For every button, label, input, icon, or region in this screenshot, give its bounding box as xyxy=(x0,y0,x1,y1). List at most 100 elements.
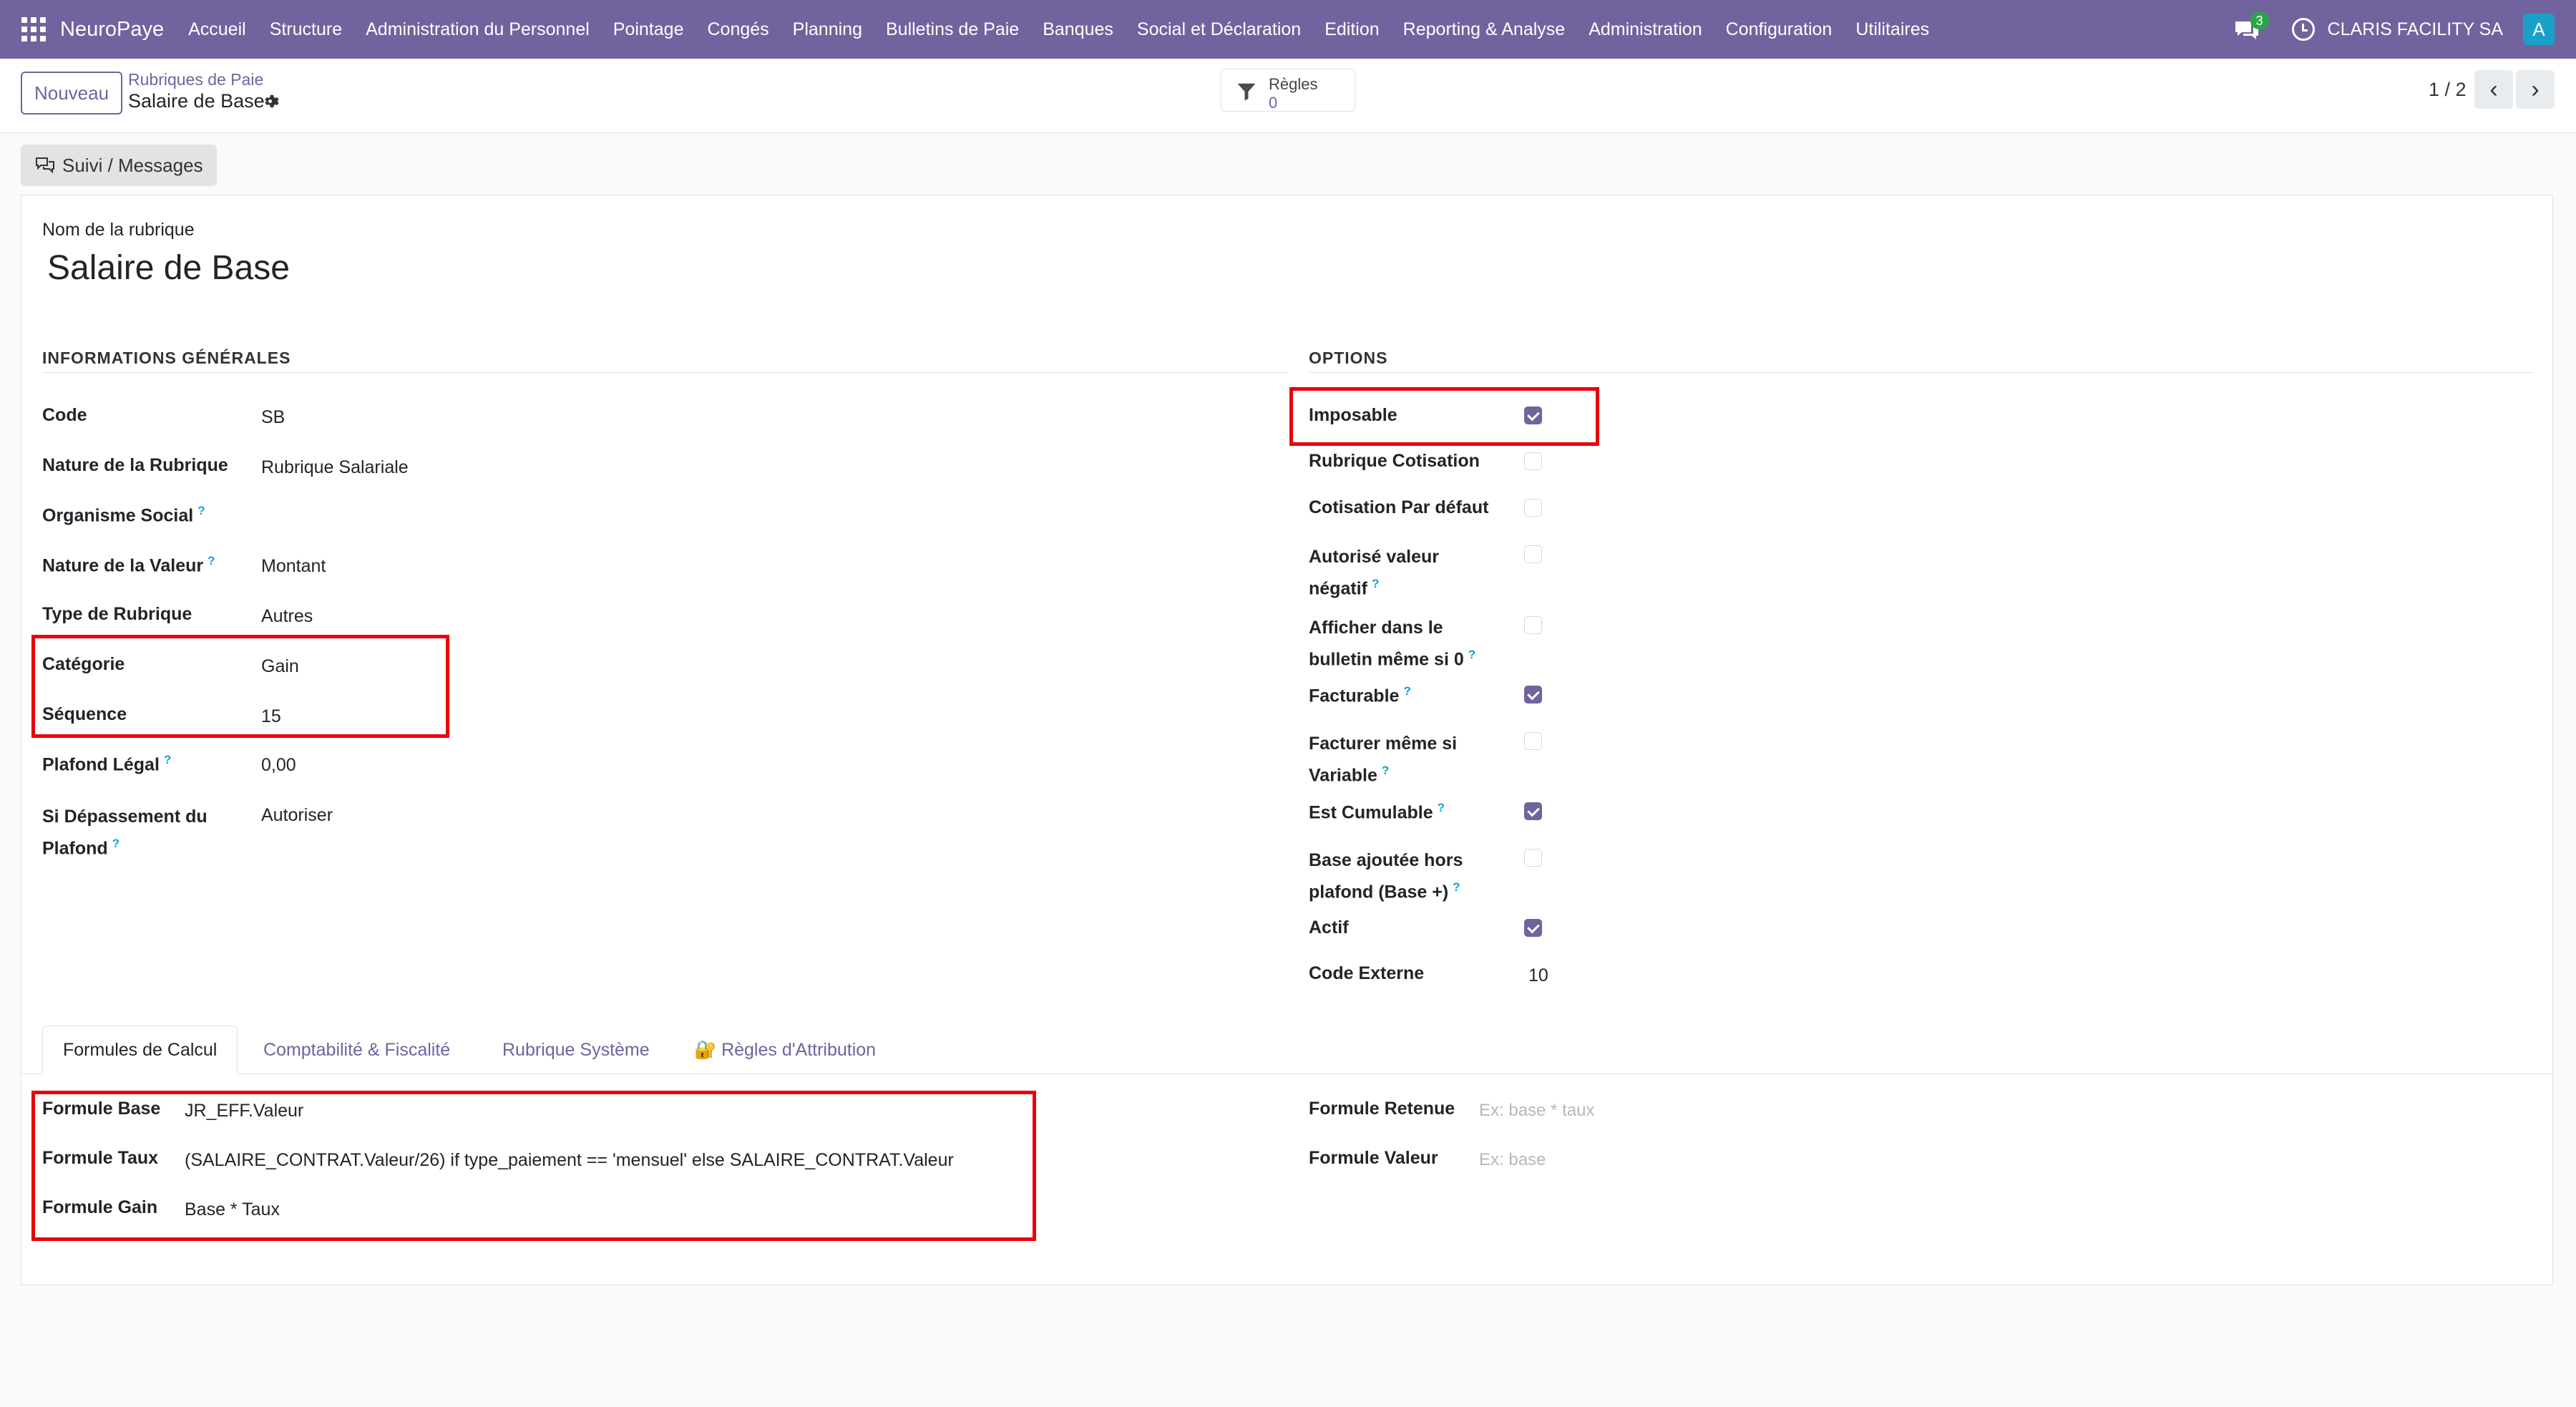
company-switcher[interactable]: CLARIS FACILITY SA xyxy=(2328,19,2503,40)
cumulable-checkbox[interactable] xyxy=(1524,802,1542,820)
depassement-select[interactable]: Autoriser xyxy=(261,805,333,826)
actif-label: Actif xyxy=(1309,917,1349,938)
user-avatar[interactable]: A xyxy=(2523,14,2555,45)
menu-item-edition[interactable]: Edition xyxy=(1324,19,1379,40)
nature-rubrique-select[interactable]: Rubrique Salariale xyxy=(261,457,409,478)
filter-icon xyxy=(1237,83,1256,101)
chatter-toggle-button[interactable]: Suivi / Messages xyxy=(21,145,217,186)
plafond-legal-input[interactable]: 0,00 xyxy=(261,755,296,776)
name-field-label: Nom de la rubrique xyxy=(42,220,195,240)
next-record-button[interactable]: › xyxy=(2516,70,2555,109)
nature-valeur-label: Nature de la Valeur? xyxy=(42,554,215,576)
autorise-negatif-checkbox[interactable] xyxy=(1524,545,1542,563)
section-title-general: INFORMATIONS GÉNÉRALES xyxy=(42,349,291,367)
chevron-left-icon: ‹ xyxy=(2489,75,2498,103)
formule-retenue-label: Formule Retenue xyxy=(1309,1099,1455,1119)
autorise-negatif-label: Autorisé valeur négatif? xyxy=(1309,547,1440,599)
help-icon: ? xyxy=(197,504,205,517)
code-label: Code xyxy=(42,405,87,425)
messaging-button[interactable]: 3 xyxy=(2233,12,2269,44)
organisme-social-label: Organisme Social? xyxy=(42,504,205,526)
help-icon: ? xyxy=(1453,880,1460,894)
comments-icon xyxy=(36,157,54,174)
code-input[interactable]: SB xyxy=(261,407,285,428)
menu-item-structure[interactable]: Structure xyxy=(270,19,342,40)
tab-comptabilite-fiscalite[interactable]: Comptabilité & Fiscalité xyxy=(263,1026,450,1074)
help-icon: ? xyxy=(163,753,172,766)
help-icon: ? xyxy=(1437,801,1445,814)
tab-formules-calcul[interactable]: Formules de Calcul xyxy=(42,1026,238,1074)
rules-smart-button[interactable]: Règles 0 xyxy=(1221,69,1355,112)
highlight-box-categorie-sequence xyxy=(31,635,449,738)
highlight-box-imposable xyxy=(1289,387,1599,446)
menu-item-administration-personnel[interactable]: Administration du Personnel xyxy=(366,19,590,40)
facturer-variable-checkbox[interactable] xyxy=(1524,732,1542,750)
rubrique-cotisation-label: Rubrique Cotisation xyxy=(1309,451,1480,471)
menu-item-social[interactable]: Social et Déclaration xyxy=(1137,19,1301,40)
menu-item-banques[interactable]: Banques xyxy=(1043,19,1113,40)
top-navbar: NeuroPaye Accueil Structure Administrati… xyxy=(0,0,2576,59)
help-icon: ? xyxy=(1468,648,1476,661)
name-field-input[interactable]: Salaire de Base xyxy=(47,248,290,288)
app-brand[interactable]: NeuroPaye xyxy=(60,18,164,42)
code-externe-input[interactable]: 10 xyxy=(1528,965,1548,986)
cotisation-defaut-checkbox[interactable] xyxy=(1524,499,1542,517)
formule-retenue-input[interactable]: Ex: base * taux xyxy=(1479,1101,1594,1121)
new-button[interactable]: Nouveau xyxy=(21,72,122,115)
afficher-bulletin-checkbox[interactable] xyxy=(1524,616,1542,634)
pager-value[interactable]: 1 / 2 xyxy=(2429,79,2467,101)
type-rubrique-label: Type de Rubrique xyxy=(42,604,192,624)
actif-checkbox[interactable] xyxy=(1524,919,1542,937)
nature-valeur-select[interactable]: Montant xyxy=(261,556,326,577)
facturer-variable-label: Facturer même si Variable? xyxy=(1309,734,1458,786)
chatter-toggle-label: Suivi / Messages xyxy=(62,154,203,176)
gear-icon[interactable] xyxy=(263,92,281,111)
chevron-right-icon: › xyxy=(2531,75,2540,103)
menu-item-bulletins[interactable]: Bulletins de Paie xyxy=(886,19,1019,40)
tab-regles-attribution[interactable]: 🔐 Règles d'Attribution xyxy=(694,1026,876,1074)
section-divider xyxy=(42,372,1288,373)
systray: 3 CLARIS FACILITY SA A xyxy=(2233,0,2555,59)
breadcrumb-current: Salaire de Base xyxy=(128,90,265,112)
formule-valeur-input[interactable]: Ex: base xyxy=(1479,1150,1546,1170)
rules-count: 0 xyxy=(1269,94,1278,112)
depassement-label: Si Dépassement du Plafond? xyxy=(42,807,208,859)
chat-count-badge: 3 xyxy=(2250,12,2269,29)
nature-rubrique-label: Nature de la Rubrique xyxy=(42,455,228,475)
plafond-legal-label: Plafond Légal? xyxy=(42,753,172,775)
help-icon: ? xyxy=(1371,577,1380,590)
organisme-social-input[interactable] xyxy=(261,502,762,527)
menu-item-configuration[interactable]: Configuration xyxy=(1726,19,1833,40)
rules-label: Règles xyxy=(1269,75,1318,93)
type-rubrique-select[interactable]: Autres xyxy=(261,606,313,627)
breadcrumb-parent[interactable]: Rubriques de Paie xyxy=(128,70,263,89)
help-icon: ? xyxy=(1403,684,1411,698)
menu-item-conges[interactable]: Congés xyxy=(708,19,769,40)
tab-rubrique-systeme[interactable]: Rubrique Système xyxy=(502,1026,650,1074)
help-icon: ? xyxy=(112,837,120,850)
control-panel: Nouveau Rubriques de Paie Salaire de Bas… xyxy=(0,59,2576,133)
rubrique-cotisation-checkbox[interactable] xyxy=(1524,452,1542,470)
activity-clock-icon[interactable] xyxy=(2291,18,2315,41)
apps-grid-icon[interactable] xyxy=(21,17,46,42)
section-title-options: OPTIONS xyxy=(1309,349,1388,367)
section-divider xyxy=(1309,372,2533,373)
menu-item-accueil[interactable]: Accueil xyxy=(188,19,246,40)
base-hors-plafond-checkbox[interactable] xyxy=(1524,849,1542,867)
cumulable-label: Est Cumulable? xyxy=(1309,801,1445,823)
menu-item-reporting[interactable]: Reporting & Analyse xyxy=(1403,19,1566,40)
menu-item-pointage[interactable]: Pointage xyxy=(613,19,684,40)
help-icon: ? xyxy=(1381,764,1390,777)
menu-item-planning[interactable]: Planning xyxy=(793,19,862,40)
code-externe-label: Code Externe xyxy=(1309,963,1425,983)
highlight-box-formulas xyxy=(31,1091,1036,1241)
menu-item-administration[interactable]: Administration xyxy=(1589,19,1702,40)
previous-record-button[interactable]: ‹ xyxy=(2474,70,2513,109)
help-icon: ? xyxy=(208,554,215,568)
formule-valeur-label: Formule Valeur xyxy=(1309,1148,1438,1168)
afficher-bulletin-label: Afficher dans le bulletin même si 0? xyxy=(1309,618,1476,670)
cotisation-defaut-label: Cotisation Par défaut xyxy=(1309,497,1489,517)
menu-item-utilitaires[interactable]: Utilitaires xyxy=(1855,19,1929,40)
facturable-checkbox[interactable] xyxy=(1524,686,1542,704)
base-hors-plafond-label: Base ajoutée hors plafond (Base +)? xyxy=(1309,850,1463,902)
